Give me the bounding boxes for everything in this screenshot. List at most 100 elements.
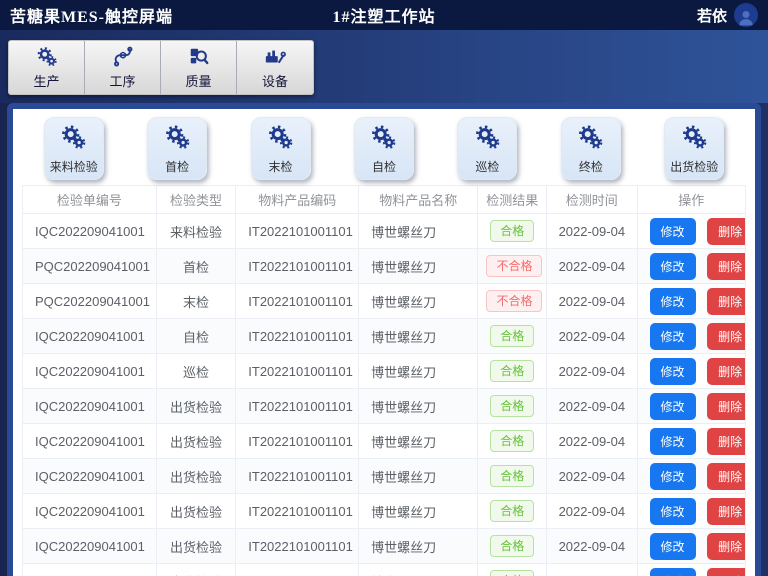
edit-button[interactable]: 修改 bbox=[650, 498, 696, 525]
gears-icon bbox=[474, 124, 501, 151]
nav-button-label: 生产 bbox=[33, 71, 59, 90]
material-code-cell: IT2022101001101 bbox=[236, 354, 359, 389]
result-badge: 合格 bbox=[490, 570, 534, 576]
result-cell: 不合格 bbox=[478, 284, 547, 319]
edit-button[interactable]: 修改 bbox=[650, 253, 696, 280]
order-no-cell: IQC202209041001 bbox=[23, 354, 157, 389]
nav-production-button[interactable]: 生产 bbox=[9, 41, 85, 94]
actions-cell: 修改 删除 bbox=[637, 214, 746, 249]
delete-button[interactable]: 删除 bbox=[707, 253, 745, 280]
edit-button[interactable]: 修改 bbox=[650, 428, 696, 455]
edit-button[interactable]: 修改 bbox=[650, 218, 696, 245]
gears-icon bbox=[36, 46, 58, 68]
edit-button[interactable]: 修改 bbox=[650, 568, 696, 576]
actions-cell: 修改 删除 bbox=[637, 564, 746, 576]
material-code-cell: IT2022101001101 bbox=[236, 459, 359, 494]
delete-button[interactable]: 删除 bbox=[707, 323, 745, 350]
inspection-button-row: 来料检验 首检 末检 自检 巡检 终检 出货检验 bbox=[22, 117, 746, 180]
material-code-cell: IT2022101001101 bbox=[236, 319, 359, 354]
top-bar: 苦糖果MES-触控屏端 1#注塑工作站 若依 bbox=[0, 0, 768, 30]
delete-button[interactable]: 删除 bbox=[707, 533, 745, 560]
nav-equipment-button[interactable]: 设备 bbox=[237, 41, 313, 94]
table-row: IQC202209041001 出货检验 IT2022101001101 博世螺… bbox=[23, 459, 746, 494]
delete-button[interactable]: 删除 bbox=[707, 358, 745, 385]
table-body: IQC202209041001 来料检验 IT2022101001101 博世螺… bbox=[23, 214, 746, 576]
actions-cell: 修改 删除 bbox=[637, 319, 746, 354]
delete-button[interactable]: 删除 bbox=[707, 288, 745, 315]
inspection-button-label: 巡检 bbox=[475, 158, 499, 175]
material-name-cell: 博世螺丝刀 bbox=[359, 459, 478, 494]
inspection-button-last[interactable]: 末检 bbox=[251, 117, 311, 180]
nav-process-button[interactable]: 工序 bbox=[85, 41, 161, 94]
actions-cell: 修改 删除 bbox=[637, 284, 746, 319]
column-header: 检测时间 bbox=[547, 186, 637, 214]
material-name-cell: 博世螺丝刀 bbox=[359, 249, 478, 284]
edit-button[interactable]: 修改 bbox=[650, 533, 696, 560]
inspection-type-cell: 首检 bbox=[156, 249, 236, 284]
actions-cell: 修改 删除 bbox=[637, 354, 746, 389]
edit-button[interactable]: 修改 bbox=[650, 358, 696, 385]
order-no-cell: IQC202209041001 bbox=[23, 319, 157, 354]
material-code-cell: IT2022101001101 bbox=[236, 494, 359, 529]
column-header: 检测结果 bbox=[478, 186, 547, 214]
actions-cell: 修改 删除 bbox=[637, 529, 746, 564]
gears-icon bbox=[60, 124, 87, 151]
edit-button[interactable]: 修改 bbox=[650, 288, 696, 315]
inspection-button-shipment[interactable]: 出货检验 bbox=[664, 117, 724, 180]
result-cell: 合格 bbox=[478, 354, 547, 389]
user-menu[interactable]: 若依 bbox=[697, 3, 758, 27]
inspection-button-self[interactable]: 自检 bbox=[354, 117, 414, 180]
inspection-button-final[interactable]: 终检 bbox=[561, 117, 621, 180]
table-row: IQC202209041001 出货检验 IT2022101001101 博世螺… bbox=[23, 529, 746, 564]
delete-button[interactable]: 删除 bbox=[707, 568, 745, 576]
actions-cell: 修改 删除 bbox=[637, 459, 746, 494]
result-badge: 不合格 bbox=[486, 290, 542, 313]
time-cell: 2022-09-04 bbox=[547, 354, 637, 389]
inspection-table: 检验单编号检验类型物料产品编码物料产品名称检测结果检测时间操作 IQC20220… bbox=[22, 185, 746, 576]
table-row: PQC202209041001 末检 IT2022101001101 博世螺丝刀… bbox=[23, 284, 746, 319]
edit-button[interactable]: 修改 bbox=[650, 463, 696, 490]
material-code-cell: IT2022101001101 bbox=[236, 284, 359, 319]
material-name-cell: 博世螺丝刀 bbox=[359, 389, 478, 424]
table-row: IQC202209041001 出货检验 IT2022101001101 博世螺… bbox=[23, 424, 746, 459]
table-header-row: 检验单编号检验类型物料产品编码物料产品名称检测结果检测时间操作 bbox=[23, 186, 746, 214]
time-cell: 2022-09-04 bbox=[547, 459, 637, 494]
inspection-button-label: 末检 bbox=[269, 158, 293, 175]
result-cell: 合格 bbox=[478, 389, 547, 424]
gears-icon bbox=[577, 124, 604, 151]
delete-button[interactable]: 删除 bbox=[707, 463, 745, 490]
delete-button[interactable]: 删除 bbox=[707, 393, 745, 420]
table-row: IQC202209041001 出货检验 IT2022101001101 博世螺… bbox=[23, 564, 746, 576]
order-no-cell: IQC202209041001 bbox=[23, 529, 157, 564]
column-header: 操作 bbox=[637, 186, 746, 214]
result-badge: 不合格 bbox=[486, 255, 542, 278]
material-name-cell: 博世螺丝刀 bbox=[359, 214, 478, 249]
avatar[interactable] bbox=[734, 3, 758, 27]
time-cell: 2022-09-04 bbox=[547, 249, 637, 284]
delete-button[interactable]: 删除 bbox=[707, 498, 745, 525]
table-row: IQC202209041001 自检 IT2022101001101 博世螺丝刀… bbox=[23, 319, 746, 354]
edit-button[interactable]: 修改 bbox=[650, 393, 696, 420]
order-no-cell: IQC202209041001 bbox=[23, 564, 157, 576]
material-code-cell: IT2022101001101 bbox=[236, 564, 359, 576]
gears-icon bbox=[164, 124, 191, 151]
result-badge: 合格 bbox=[490, 220, 534, 243]
edit-button[interactable]: 修改 bbox=[650, 323, 696, 350]
inspection-button-first[interactable]: 首检 bbox=[147, 117, 207, 180]
user-icon bbox=[736, 7, 756, 27]
result-badge: 合格 bbox=[490, 465, 534, 488]
result-cell: 合格 bbox=[478, 319, 547, 354]
delete-button[interactable]: 删除 bbox=[707, 218, 745, 245]
nav-quality-button[interactable]: 质量 bbox=[161, 41, 237, 94]
gears-icon bbox=[370, 124, 397, 151]
inspection-type-cell: 出货检验 bbox=[156, 529, 236, 564]
time-cell: 2022-09-04 bbox=[547, 319, 637, 354]
inspection-button-label: 来料检验 bbox=[50, 158, 98, 175]
delete-button[interactable]: 删除 bbox=[707, 428, 745, 455]
inspection-type-cell: 出货检验 bbox=[156, 459, 236, 494]
actions-cell: 修改 删除 bbox=[637, 389, 746, 424]
material-code-cell: IT2022101001101 bbox=[236, 424, 359, 459]
inspection-button-incoming[interactable]: 来料检验 bbox=[44, 117, 104, 180]
inspection-button-patrol[interactable]: 巡检 bbox=[457, 117, 517, 180]
table-row: PQC202209041001 首检 IT2022101001101 博世螺丝刀… bbox=[23, 249, 746, 284]
